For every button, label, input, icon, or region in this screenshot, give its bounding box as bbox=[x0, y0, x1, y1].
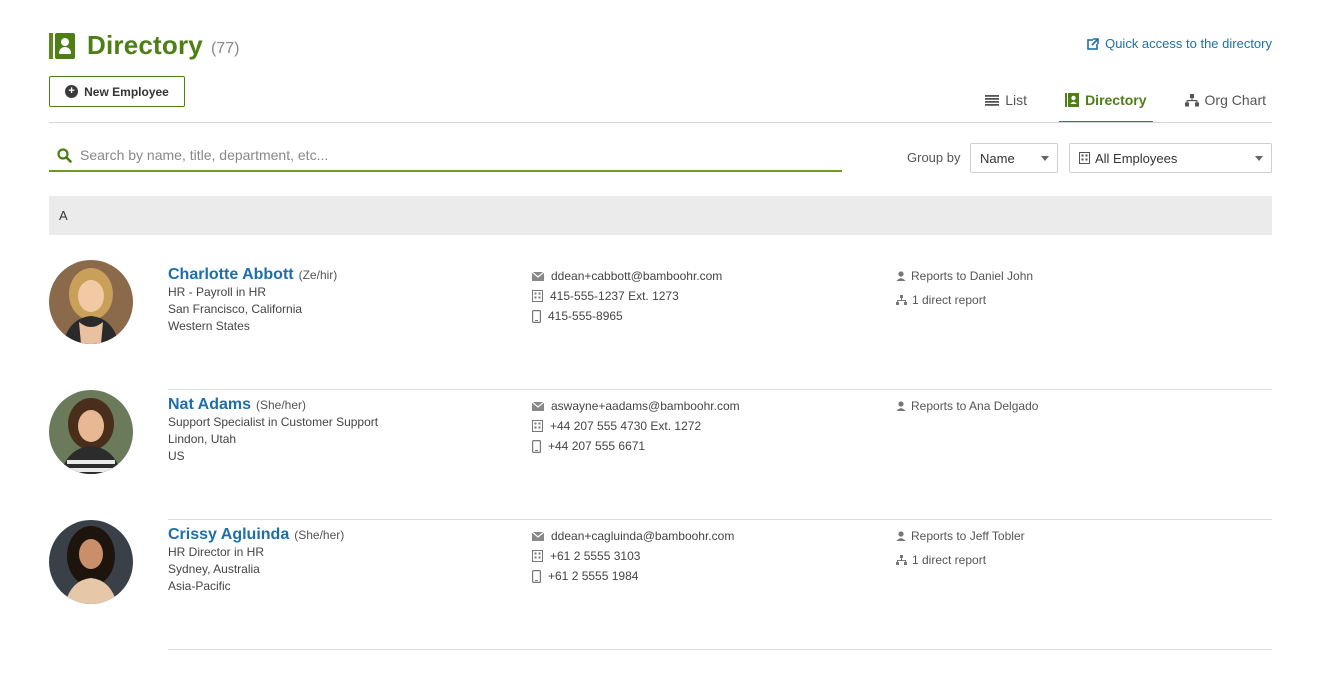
person-icon bbox=[896, 531, 906, 541]
employee-mobile: 415-555-8965 bbox=[548, 309, 623, 323]
employee-email: ddean+cabbott@bamboohr.com bbox=[551, 269, 723, 283]
person-icon bbox=[896, 401, 906, 411]
phone-row[interactable]: +44 207 555 4730 Ext. 1272 bbox=[532, 416, 740, 436]
view-tabs: List Directory Org Chart bbox=[953, 86, 1272, 123]
employee-count: (77) bbox=[210, 39, 240, 57]
building-icon bbox=[1079, 152, 1090, 164]
person-icon bbox=[896, 271, 906, 281]
page-title: Directory bbox=[87, 30, 203, 60]
email-row[interactable]: ddean+cagluinda@bamboohr.com bbox=[532, 526, 734, 546]
directory-icon bbox=[1065, 93, 1080, 107]
employee-name[interactable]: Crissy Agluinda bbox=[168, 526, 289, 544]
employee-email: aswayne+aadams@bamboohr.com bbox=[551, 399, 740, 413]
email-row[interactable]: ddean+cabbott@bamboohr.com bbox=[532, 266, 722, 286]
building-phone-icon bbox=[532, 550, 543, 562]
employee-phone: 415-555-1237 Ext. 1273 bbox=[550, 289, 679, 303]
tab-directory[interactable]: Directory bbox=[1059, 86, 1153, 123]
employee-title: HR - Payroll in HR bbox=[168, 285, 267, 299]
mobile-phone-icon bbox=[532, 309, 541, 323]
search-bar bbox=[49, 140, 842, 172]
employee-filter-select[interactable]: All Employees bbox=[1069, 143, 1272, 173]
avatar[interactable] bbox=[49, 520, 133, 604]
employee-card: Charlotte Abbott (Ze/hir) HR - Payroll i… bbox=[49, 260, 1272, 390]
employee-phone: +61 2 5555 3103 bbox=[550, 549, 641, 563]
search-input[interactable] bbox=[80, 147, 800, 163]
tab-directory-label: Directory bbox=[1085, 92, 1147, 108]
reports-to: Reports to Jeff Tobler bbox=[911, 529, 1025, 543]
direct-reports: 1 direct report bbox=[912, 553, 987, 567]
employee-name[interactable]: Nat Adams bbox=[168, 396, 251, 414]
mobile-row[interactable]: 415-555-8965 bbox=[532, 306, 722, 326]
avatar[interactable] bbox=[49, 260, 133, 344]
employee-location: Lindon, Utah bbox=[168, 432, 237, 446]
reports-to-row[interactable]: Reports to Ana Delgado bbox=[896, 392, 1038, 420]
org-chart-icon bbox=[896, 294, 907, 305]
quick-access-link[interactable]: Quick access to the directory bbox=[1087, 36, 1272, 51]
quick-access-label: Quick access to the directory bbox=[1105, 36, 1272, 51]
row-divider bbox=[168, 649, 1272, 650]
employee-email: ddean+cagluinda@bamboohr.com bbox=[551, 529, 735, 543]
phone-row[interactable]: 415-555-1237 Ext. 1273 bbox=[532, 286, 722, 306]
group-by-label: Group by bbox=[907, 150, 961, 165]
group-by-value: Name bbox=[980, 150, 1015, 166]
phone-row[interactable]: +61 2 5555 3103 bbox=[532, 546, 734, 566]
mobile-phone-icon bbox=[532, 439, 541, 453]
external-link-icon bbox=[1087, 37, 1100, 50]
new-employee-label: New Employee bbox=[84, 84, 169, 99]
direct-reports-row[interactable]: 1 direct report bbox=[896, 286, 1033, 314]
employee-card: Nat Adams (She/her) Support Specialist i… bbox=[49, 390, 1272, 520]
employee-card: Crissy Agluinda (She/her) HR Director in… bbox=[49, 520, 1272, 650]
mobile-row[interactable]: +44 207 555 6671 bbox=[532, 436, 740, 456]
new-employee-button[interactable]: + New Employee bbox=[49, 76, 185, 107]
group-letter: A bbox=[59, 208, 68, 223]
org-chart-icon bbox=[1184, 93, 1199, 106]
employee-mobile: +61 2 5555 1984 bbox=[548, 569, 639, 583]
group-header: A bbox=[49, 196, 1272, 235]
directory-icon bbox=[49, 32, 75, 59]
tab-list[interactable]: List bbox=[979, 86, 1033, 114]
envelope-icon bbox=[532, 531, 544, 541]
employee-name[interactable]: Charlotte Abbott bbox=[168, 266, 294, 284]
building-phone-icon bbox=[532, 290, 543, 302]
header-divider bbox=[49, 122, 1272, 123]
group-by-select[interactable]: Name bbox=[970, 143, 1058, 173]
search-icon bbox=[57, 147, 72, 163]
org-chart-icon bbox=[896, 554, 907, 565]
chevron-down-icon bbox=[1255, 156, 1263, 161]
tab-list-label: List bbox=[1005, 92, 1028, 108]
employee-pronoun: (She/her) bbox=[294, 528, 345, 542]
list-icon bbox=[985, 94, 1000, 106]
employee-title: HR Director in HR bbox=[168, 545, 265, 559]
chevron-down-icon bbox=[1041, 156, 1049, 161]
employee-filter-value: All Employees bbox=[1095, 150, 1178, 166]
employee-region: Western States bbox=[168, 319, 250, 333]
employee-location: San Francisco, California bbox=[168, 302, 303, 316]
employee-title: Support Specialist in Customer Support bbox=[168, 415, 379, 429]
tab-org-chart-label: Org Chart bbox=[1204, 92, 1266, 108]
employee-pronoun: (She/her) bbox=[255, 398, 307, 412]
employee-region: US bbox=[168, 449, 185, 463]
envelope-icon bbox=[532, 271, 544, 281]
reports-to: Reports to Daniel John bbox=[911, 269, 1034, 283]
envelope-icon bbox=[532, 401, 544, 411]
reports-to: Reports to Ana Delgado bbox=[911, 399, 1039, 413]
avatar[interactable] bbox=[49, 390, 133, 474]
employee-region: Asia-Pacific bbox=[168, 579, 231, 593]
employee-pronoun: (Ze/hir) bbox=[298, 268, 338, 282]
mobile-phone-icon bbox=[532, 569, 541, 583]
building-phone-icon bbox=[532, 420, 543, 432]
employee-mobile: +44 207 555 6671 bbox=[548, 439, 646, 453]
page-header: Directory (77) bbox=[49, 30, 239, 61]
tab-org-chart[interactable]: Org Chart bbox=[1179, 86, 1272, 114]
mobile-row[interactable]: +61 2 5555 1984 bbox=[532, 566, 734, 586]
direct-reports: 1 direct report bbox=[912, 293, 987, 307]
employee-location: Sydney, Australia bbox=[168, 562, 260, 576]
email-row[interactable]: aswayne+aadams@bamboohr.com bbox=[532, 396, 740, 416]
direct-reports-row[interactable]: 1 direct report bbox=[896, 546, 1025, 574]
employee-phone: +44 207 555 4730 Ext. 1272 bbox=[550, 419, 702, 433]
plus-circle-icon: + bbox=[65, 85, 79, 98]
